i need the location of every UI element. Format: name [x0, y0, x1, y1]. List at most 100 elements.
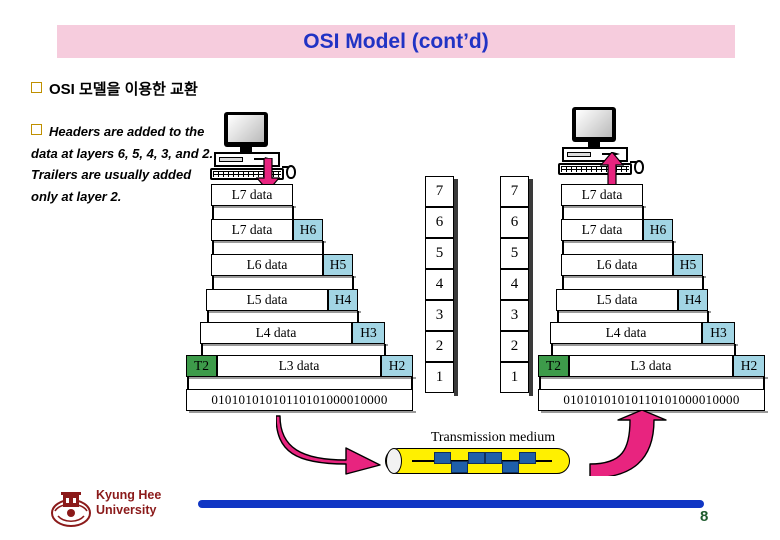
monitor-screen — [576, 110, 612, 137]
pdu-shadow — [203, 344, 388, 346]
pdu-data-box: L6 data — [211, 254, 323, 276]
bullet-item-2: Headers are added to the data at layers … — [31, 121, 221, 207]
bullet-item-1-label: OSI 모델을 이용한 교환 — [49, 81, 198, 98]
cable-end-cap — [386, 448, 402, 474]
footer-rule — [198, 500, 704, 508]
pdu-row: L5 data H4 — [206, 289, 361, 313]
drive-slot — [219, 157, 243, 162]
stack-connector — [642, 206, 644, 220]
layer-column-shadow — [529, 179, 533, 396]
pdu-header-box: H3 — [702, 322, 735, 344]
layer-number-cell: 4 — [500, 269, 529, 300]
university-name-line2: University — [96, 503, 157, 517]
signal-block — [451, 461, 468, 473]
stack-connector — [562, 206, 564, 220]
bullet-square-icon — [31, 82, 42, 93]
layer-number-cell: 5 — [425, 238, 454, 269]
pdu-data-box: L4 data — [550, 322, 702, 344]
pdu-row: L7 data — [561, 184, 646, 208]
pdu-row: T2 L3 data H2 — [186, 355, 416, 379]
curved-arrow-up-icon — [589, 410, 667, 476]
pdu-header-box: H2 — [381, 355, 413, 377]
pdu-data-box: L7 data — [211, 184, 293, 206]
signal-block — [468, 452, 485, 464]
pdu-data-box: L6 data — [561, 254, 673, 276]
signal-block — [519, 452, 536, 464]
layer-number-cell: 7 — [500, 176, 529, 207]
pdu-data-box: L5 data — [556, 289, 678, 311]
pdu-data-box: L5 data — [206, 289, 328, 311]
pdu-shadow — [564, 206, 646, 208]
signal-block — [485, 452, 502, 464]
stack-connector — [562, 241, 564, 255]
bitstream-box: 01010101010110101000010000 — [186, 389, 413, 411]
pdu-row: L6 data H5 — [561, 254, 706, 278]
pdu-data-box: L4 data — [200, 322, 352, 344]
layer-number-cell: 3 — [425, 300, 454, 331]
pdu-shadow — [189, 411, 416, 413]
layer-number-cell: 7 — [425, 176, 454, 207]
stack-connector — [672, 241, 674, 255]
transmission-medium-label: Transmission medium — [430, 430, 556, 445]
pdu-row: L5 data H4 — [556, 289, 711, 313]
sender-layer-number-column: 7654321 — [425, 176, 459, 401]
layer-number-cell: 5 — [500, 238, 529, 269]
pdu-trailer-box: T2 — [186, 355, 217, 377]
stack-connector — [702, 276, 704, 290]
pdu-header-box: H4 — [678, 289, 708, 311]
layer-number-cell: 6 — [500, 207, 529, 238]
pdu-data-box: L3 data — [217, 355, 381, 377]
pdu-header-box: H6 — [293, 219, 323, 241]
stack-connector — [292, 206, 294, 220]
curved-arrow-right-icon — [276, 415, 381, 475]
layer-number-cell: 1 — [425, 362, 454, 393]
pdu-shadow — [214, 241, 326, 243]
mouse-icon — [286, 165, 296, 179]
university-name-line1: Kyung Hee — [96, 488, 162, 502]
arrow-up-icon — [600, 152, 624, 186]
layer-column-shadow — [454, 179, 458, 396]
receiver-layer-number-column: 7654321 — [500, 176, 534, 401]
layer-number-cell: 3 — [500, 300, 529, 331]
pdu-header-box: H3 — [352, 322, 385, 344]
pdu-header-box: H6 — [643, 219, 673, 241]
mouse-icon — [634, 160, 644, 174]
pdu-shadow — [214, 206, 296, 208]
pdu-row: L4 data H3 — [550, 322, 738, 346]
pdu-shadow — [559, 311, 711, 313]
university-name: Kyung Hee University — [96, 488, 161, 518]
pdu-trailer-box: T2 — [538, 355, 569, 377]
stack-connector — [212, 276, 214, 290]
page-number: 8 — [700, 508, 709, 525]
pdu-shadow — [541, 377, 768, 379]
stack-connector — [562, 276, 564, 290]
pdu-row-bitstream: 01010101010110101000010000 — [538, 389, 768, 413]
pdu-data-box: L7 data — [561, 219, 643, 241]
pdu-row: L4 data H3 — [200, 322, 388, 346]
pdu-header-box: H5 — [673, 254, 703, 276]
layer-number-cell: 4 — [425, 269, 454, 300]
signal-block — [502, 461, 519, 473]
pdu-row-bitstream: 01010101010110101000010000 — [186, 389, 416, 413]
pdu-data-box: L7 data — [211, 219, 293, 241]
bullet-square-icon — [31, 124, 42, 135]
drive-slot — [567, 152, 591, 157]
pdu-header-box: H4 — [328, 289, 358, 311]
pdu-row: L7 data H6 — [561, 219, 676, 243]
page-title: OSI Model (cont’d) — [303, 30, 489, 53]
layer-number-cell: 2 — [500, 331, 529, 362]
bitstream-box: 01010101010110101000010000 — [538, 389, 765, 411]
stack-connector — [212, 241, 214, 255]
slide-canvas: OSI Model (cont’d) OSI 모델을 이용한 교환 Header… — [0, 0, 780, 540]
layer-number-cell: 6 — [425, 207, 454, 238]
stack-connector — [322, 241, 324, 255]
pdu-row: T2 L3 data H2 — [538, 355, 768, 379]
pdu-row: L7 data — [211, 184, 296, 208]
pdu-row: L7 data H6 — [211, 219, 326, 243]
bullet-item-1: OSI 모델을 이용한 교환 — [31, 78, 198, 99]
pdu-header-box: H5 — [323, 254, 353, 276]
pdu-shadow — [553, 344, 738, 346]
pdu-shadow — [214, 276, 356, 278]
stack-connector — [212, 206, 214, 220]
stack-connector — [352, 276, 354, 290]
